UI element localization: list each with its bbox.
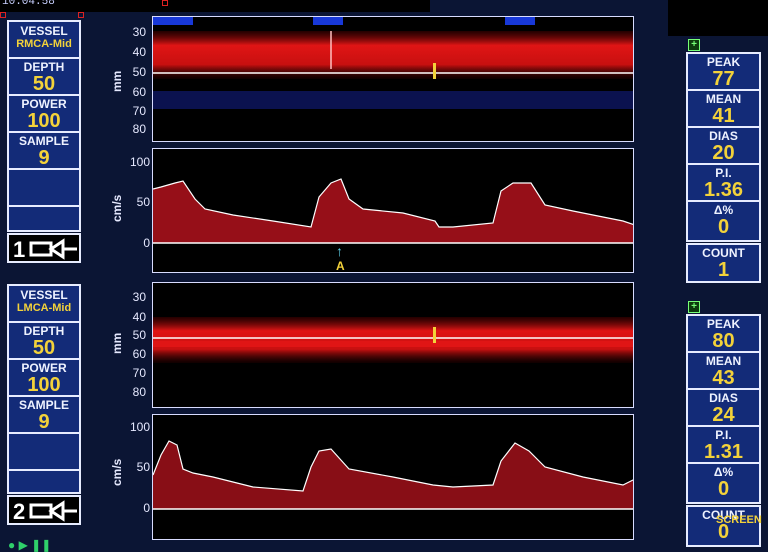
- mean-stat: MEAN 41: [688, 91, 759, 128]
- mmode-display-channel1[interactable]: [152, 16, 634, 142]
- dias-value: 24: [712, 404, 735, 426]
- pi-value: 1.31: [704, 441, 743, 463]
- mm-tick: 60: [132, 85, 146, 99]
- spectrum-image: [153, 178, 633, 244]
- pi-stat: P.I. 1.31: [688, 427, 759, 464]
- peak-stat: PEAK 77: [688, 54, 759, 91]
- spectrum2-unit: cm/s: [110, 458, 124, 486]
- depth-value: 50: [32, 337, 56, 359]
- mm-tick: 40: [132, 310, 146, 324]
- vessel-field[interactable]: VESSEL LMCA-Mid: [9, 286, 79, 323]
- dias-stat: DIAS 20: [688, 128, 759, 165]
- sample-field[interactable]: SAMPLE 9: [9, 397, 79, 434]
- count-stat: COUNT 1: [688, 245, 759, 283]
- top-right-blank: [668, 0, 768, 36]
- channel1-settings-panel: VESSEL RMCA-Mid DEPTH 50 POWER 100 SAMPL…: [7, 20, 81, 232]
- probe-icon: [29, 500, 77, 522]
- count-value: 1: [717, 259, 730, 281]
- mmode1-unit: mm: [110, 70, 124, 92]
- add-icon[interactable]: +: [688, 39, 700, 51]
- channel1-probe-button[interactable]: 1: [7, 233, 81, 263]
- velocity-tick: 0: [143, 236, 150, 250]
- spectrum-display-channel2[interactable]: [152, 414, 634, 540]
- mmode-image: [153, 17, 633, 109]
- channel2-count-panel: COUNT 0: [686, 505, 761, 547]
- velocity-tick: 50: [136, 195, 150, 209]
- gate-marker[interactable]: [433, 327, 436, 343]
- power-field[interactable]: POWER 100: [9, 360, 79, 397]
- velocity-tick: 100: [129, 155, 150, 169]
- spectrum-image: [153, 440, 633, 510]
- mm-tick: 50: [132, 65, 146, 79]
- mean-value: 41: [712, 105, 735, 127]
- depth-value: 50: [32, 73, 56, 95]
- spectrum1-unit: cm/s: [110, 194, 124, 222]
- empty-field: [9, 434, 79, 471]
- channel-number: 2: [13, 499, 26, 524]
- delta-stat: Δ% 0: [688, 464, 759, 501]
- vessel-label: VESSEL: [20, 24, 68, 38]
- empty-field: [9, 170, 79, 207]
- power-value: 100: [27, 110, 61, 132]
- mm-tick: 30: [132, 290, 146, 304]
- annotation-label: A: [336, 259, 345, 273]
- vessel-label: VESSEL: [20, 288, 68, 302]
- vessel-field[interactable]: VESSEL RMCA-Mid: [9, 22, 79, 59]
- mm-tick: 50: [132, 328, 146, 342]
- mmode-display-channel2[interactable]: [152, 282, 634, 408]
- mm-tick: 60: [132, 347, 146, 361]
- velocity-tick: 100: [129, 420, 150, 434]
- mm-tick: 80: [132, 122, 146, 136]
- top-status-bar: 10:04:58: [0, 0, 430, 12]
- mm-tick: 70: [132, 366, 146, 380]
- marker-square: [78, 12, 84, 18]
- channel2-settings-panel: VESSEL LMCA-Mid DEPTH 50 POWER 100 SAMPL…: [7, 284, 81, 494]
- mm-tick: 30: [132, 25, 146, 39]
- delta-value: 0: [717, 216, 730, 238]
- gate-marker[interactable]: [433, 63, 436, 79]
- delta-stat: Δ% 0: [688, 202, 759, 239]
- annotation-arrow-icon: ↑: [336, 243, 343, 259]
- spectrum-display-channel1[interactable]: [152, 148, 634, 273]
- power-field[interactable]: POWER 100: [9, 96, 79, 133]
- peak-value: 77: [712, 68, 735, 90]
- mmode2-unit: mm: [110, 332, 124, 354]
- clock: 10:04:58: [2, 0, 55, 8]
- pi-stat: P.I. 1.36: [688, 165, 759, 202]
- channel-number: 1: [13, 237, 26, 262]
- mm-tick: 80: [132, 385, 146, 399]
- depth-field[interactable]: DEPTH 50: [9, 59, 79, 96]
- dias-stat: DIAS 24: [688, 390, 759, 427]
- screen-button[interactable]: SCREEN: [716, 514, 762, 526]
- velocity-tick: 50: [136, 460, 150, 474]
- vessel-value: LMCA-Mid: [16, 302, 72, 314]
- mean-stat: MEAN 43: [688, 353, 759, 390]
- depth-field[interactable]: DEPTH 50: [9, 323, 79, 360]
- pi-value: 1.36: [704, 179, 743, 201]
- count-stat: COUNT 0: [688, 507, 759, 547]
- mmode-image: [153, 317, 633, 363]
- sample-value: 9: [38, 147, 50, 169]
- power-value: 100: [27, 374, 61, 396]
- peak-stat: PEAK 80: [688, 316, 759, 353]
- marker-square: [162, 0, 168, 6]
- sample-value: 9: [38, 411, 50, 433]
- marker-square: [0, 12, 6, 18]
- sample-field[interactable]: SAMPLE 9: [9, 133, 79, 170]
- channel1-count-panel: COUNT 1: [686, 243, 761, 283]
- channel1-stats-panel: PEAK 77 MEAN 41 DIAS 20 P.I. 1.36 Δ% 0: [686, 52, 761, 242]
- delta-value: 0: [717, 478, 730, 500]
- peak-value: 80: [712, 330, 735, 352]
- mm-tick: 40: [132, 45, 146, 59]
- mean-value: 43: [712, 367, 735, 389]
- channel2-stats-panel: PEAK 80 MEAN 43 DIAS 24 P.I. 1.31 Δ% 0: [686, 314, 761, 504]
- probe-icon: [29, 238, 77, 260]
- channel2-probe-button[interactable]: 2: [7, 495, 81, 525]
- velocity-tick: 0: [143, 501, 150, 515]
- add-icon[interactable]: +: [688, 301, 700, 313]
- vessel-value: RMCA-Mid: [16, 38, 72, 50]
- mm-tick: 70: [132, 104, 146, 118]
- dias-value: 20: [712, 142, 735, 164]
